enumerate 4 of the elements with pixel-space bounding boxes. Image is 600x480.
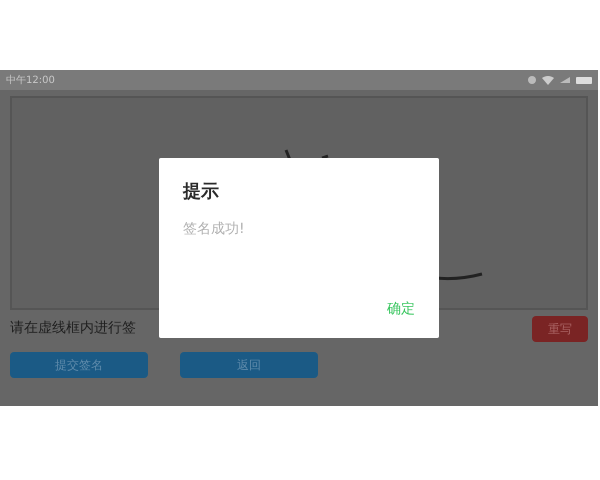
dialog-message: 签名成功! [183, 220, 246, 239]
dialog-title: 提示 [183, 180, 220, 204]
instruction-text: 请在虚线框内进行签 [10, 319, 136, 338]
status-time: 中午12:00 [6, 74, 55, 88]
